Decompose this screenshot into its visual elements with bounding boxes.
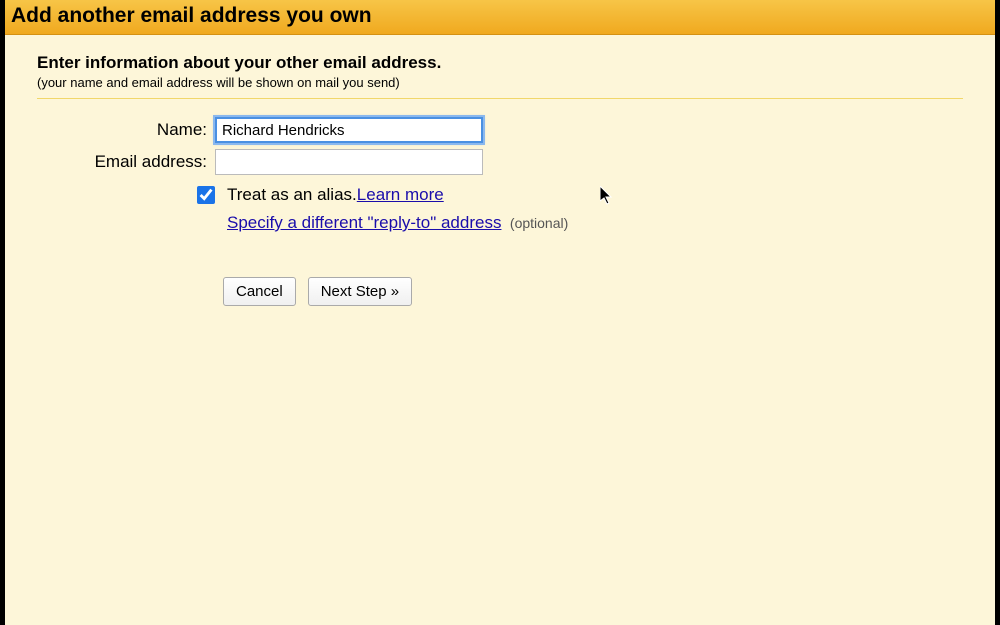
name-label: Name: bbox=[37, 120, 215, 140]
instruction-heading: Enter information about your other email… bbox=[37, 53, 963, 73]
replyto-row: Specify a different "reply-to" address (… bbox=[227, 213, 963, 233]
email-row: Email address: bbox=[37, 149, 963, 175]
dialog-title: Add another email address you own bbox=[11, 4, 989, 28]
learn-more-link[interactable]: Learn more bbox=[357, 185, 444, 205]
optional-text: (optional) bbox=[510, 215, 568, 231]
name-input[interactable] bbox=[215, 117, 483, 143]
cancel-button[interactable]: Cancel bbox=[223, 277, 296, 306]
instruction-sub: (your name and email address will be sho… bbox=[37, 75, 963, 90]
button-row: Cancel Next Step » bbox=[223, 277, 963, 306]
next-step-button[interactable]: Next Step » bbox=[308, 277, 412, 306]
email-label: Email address: bbox=[37, 152, 215, 172]
replyto-link[interactable]: Specify a different "reply-to" address bbox=[227, 213, 501, 232]
dialog-window: Add another email address you own Enter … bbox=[5, 0, 995, 625]
title-bar: Add another email address you own bbox=[5, 0, 995, 35]
dialog-content: Enter information about your other email… bbox=[5, 35, 995, 324]
name-row: Name: bbox=[37, 117, 963, 143]
alias-row: Treat as an alias. Learn more bbox=[197, 185, 963, 205]
email-input[interactable] bbox=[215, 149, 483, 175]
divider bbox=[37, 98, 963, 99]
alias-checkbox[interactable] bbox=[197, 186, 215, 204]
alias-text: Treat as an alias. bbox=[227, 185, 357, 205]
